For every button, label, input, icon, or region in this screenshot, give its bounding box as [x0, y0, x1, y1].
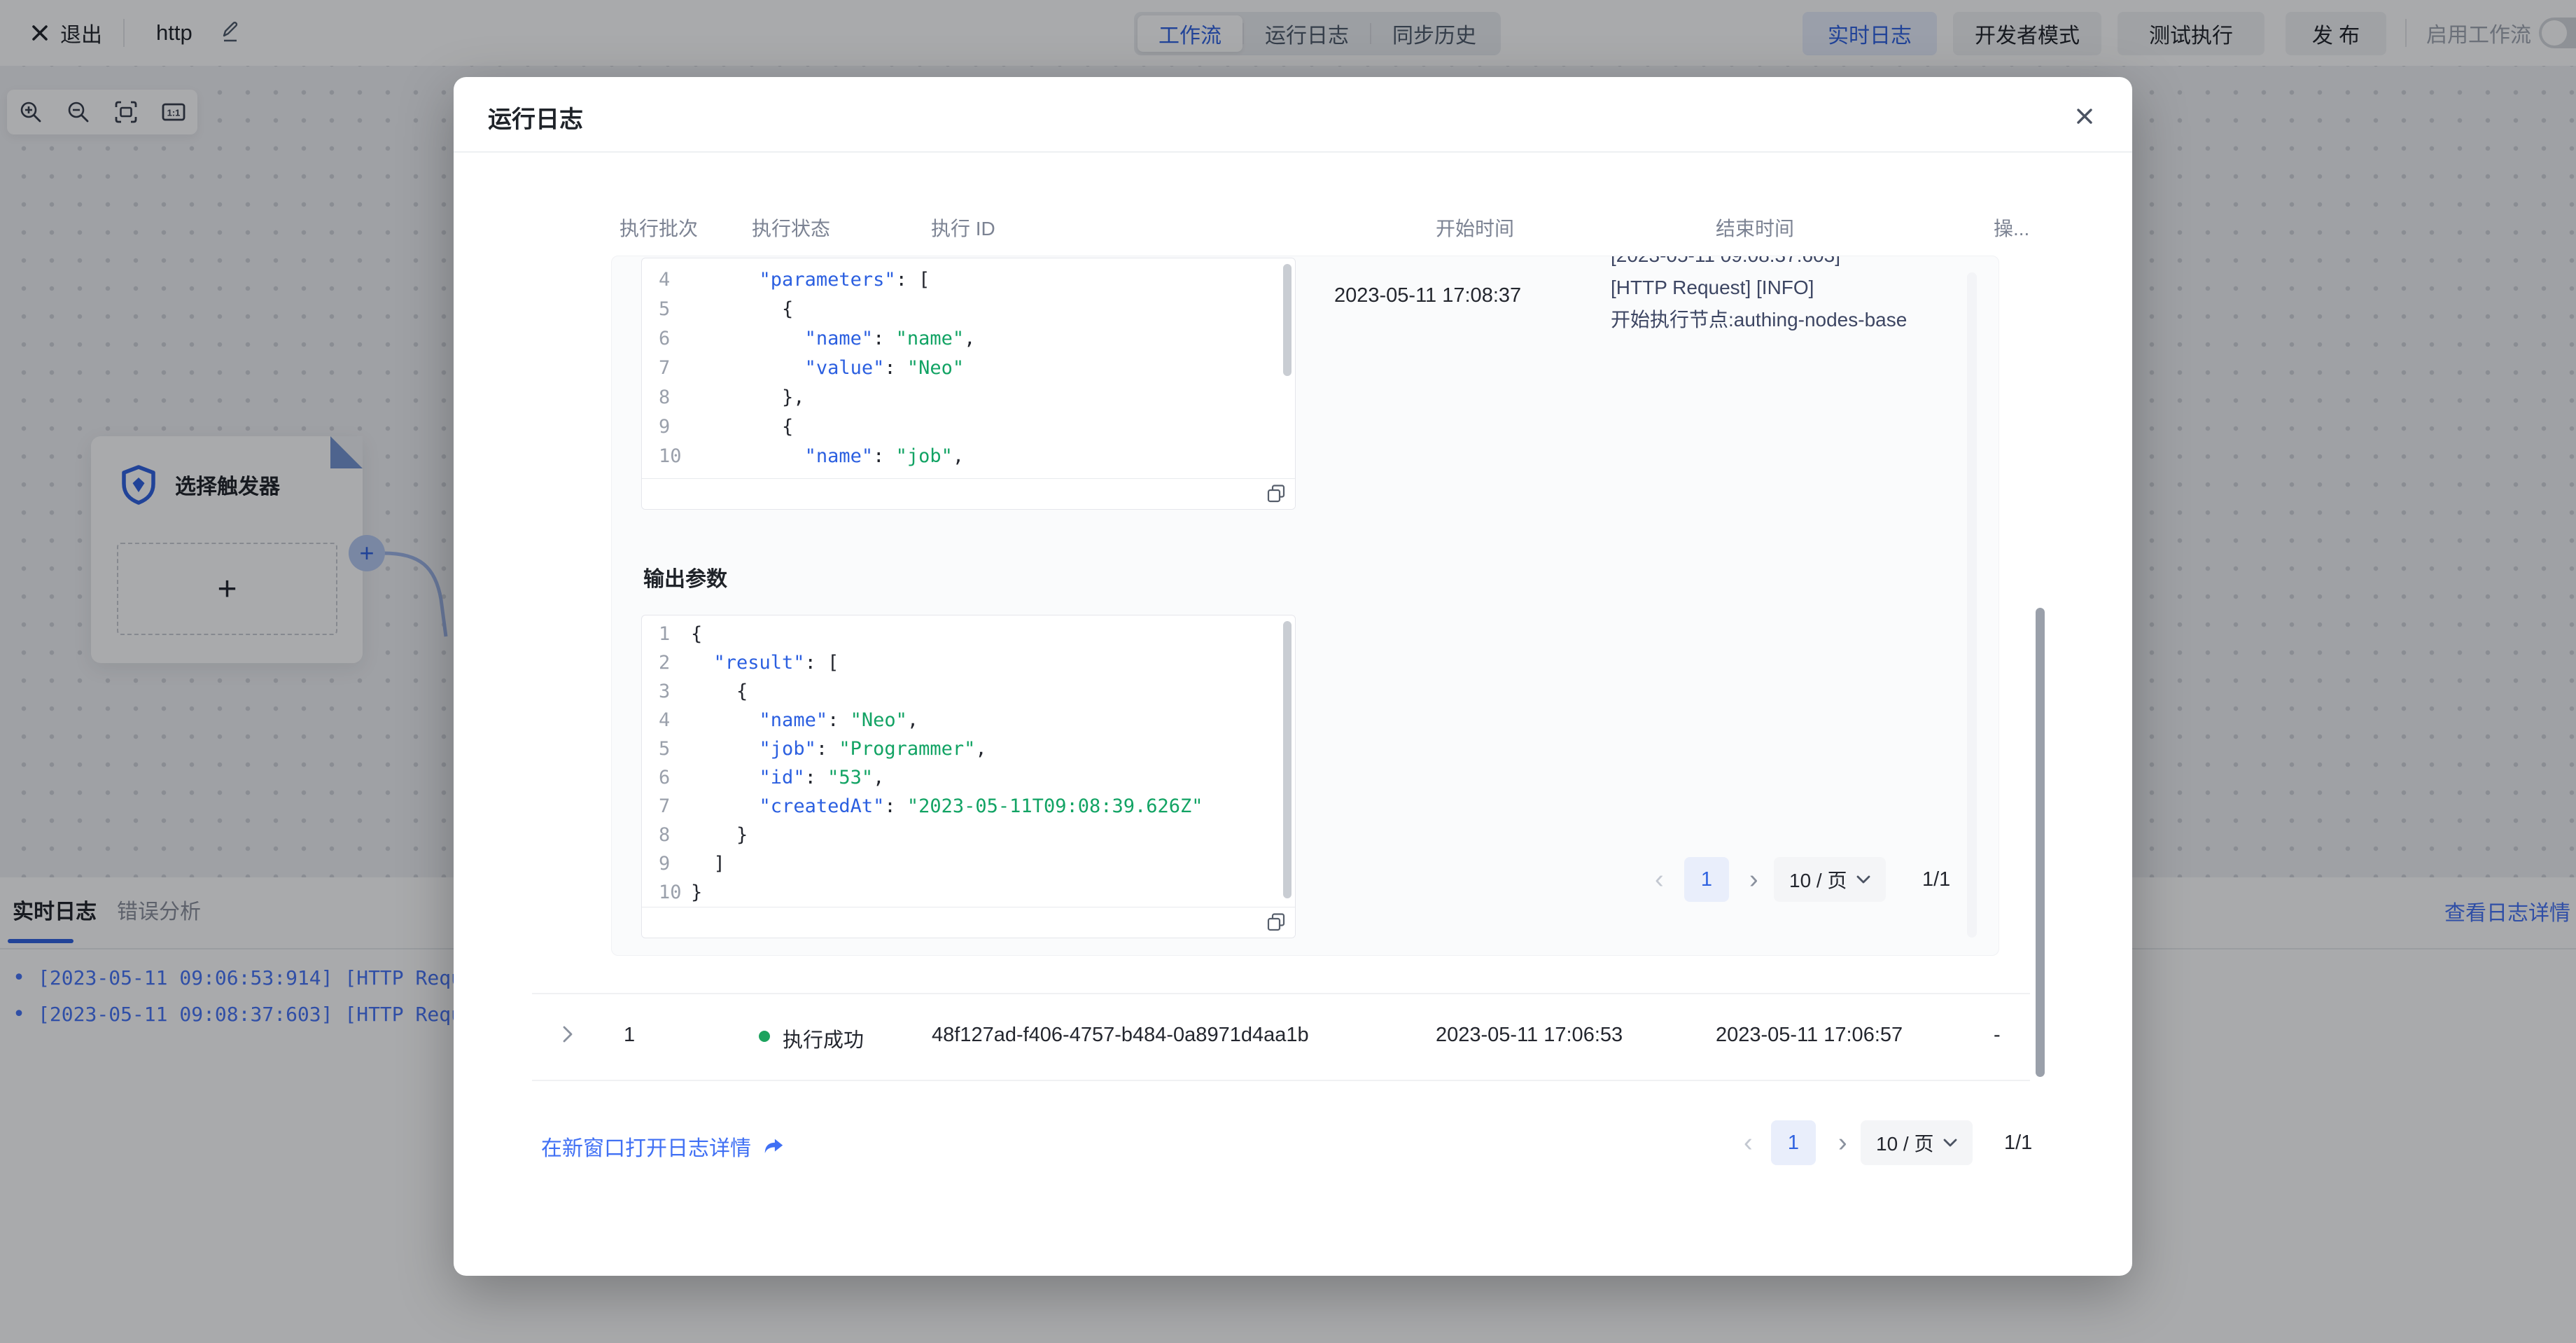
editor-scrollbar[interactable] [1283, 264, 1292, 376]
code-line: 4 "parameters": [ [642, 265, 1295, 295]
code-line: 6 "id": "53", [642, 763, 1295, 792]
modal-title: 运行日志 [488, 100, 583, 134]
modal-header: 运行日志 [454, 77, 2132, 153]
code-line: 5 "job": "Programmer", [642, 735, 1295, 763]
footer-page-size-select[interactable]: 10 / 页 [1861, 1120, 1973, 1165]
editor-footer [642, 907, 1295, 938]
col-header-actions: 操... [1994, 214, 2029, 242]
code-line: 9 { [642, 412, 1295, 442]
expanded-row-detail: 4 "parameters": [5 {6 "name": "name",7 "… [611, 256, 1999, 956]
footer-prev-page-icon[interactable]: ‹ [1744, 1120, 1753, 1165]
open-log-detail-label: 在新窗口打开日志详情 [541, 1131, 751, 1162]
row-operation: - [1994, 1024, 2001, 1047]
output-params-editor[interactable]: 1{2 "result": [3 {4 "name": "Neo",5 "job… [641, 615, 1296, 938]
copy-icon[interactable] [1266, 912, 1287, 933]
node-log-viewport[interactable]: [2023-05-11 09:08:37:603][HTTP Request] … [1611, 256, 1964, 389]
expand-row-chevron[interactable] [559, 1024, 577, 1045]
close-icon[interactable] [2071, 102, 2099, 130]
input-params-editor[interactable]: 4 "parameters": [5 {6 "name": "name",7 "… [641, 258, 1296, 510]
footer-page-total: 1/1 [2004, 1120, 2032, 1165]
footer-page-size-value: 10 / 页 [1876, 1129, 1933, 1157]
modal-scrollbar[interactable] [2036, 608, 2045, 1077]
editor-footer [642, 478, 1295, 509]
row-status: 执行成功 [783, 1024, 864, 1053]
row-exec-id: 48f127ad-f406-4757-b484-0a8971d4aa1b [932, 1024, 1309, 1047]
output-params-label: 输出参数 [643, 562, 727, 592]
code-line: 1{ [642, 620, 1295, 648]
run-logs-modal: 运行日志 执行批次 执行状态 执行 ID 开始时间 结束时间 操... 4 "p… [454, 77, 2132, 1276]
page-total: 1/1 [1922, 857, 1950, 902]
page-number-button[interactable]: 1 [1684, 857, 1729, 902]
node-start-time: 2023-05-11 17:08:37 [1334, 284, 1521, 307]
row-start-time: 2023-05-11 17:06:53 [1436, 1024, 1623, 1047]
log-line: [2023-05-11 09:08:37:603] [1611, 256, 1964, 272]
editor-scrollbar[interactable] [1283, 621, 1292, 898]
code-line: 2 "result": [ [642, 648, 1295, 677]
col-header-batch: 执行批次 [620, 214, 698, 242]
code-lines: 4 "parameters": [5 {6 "name": "name",7 "… [642, 265, 1295, 471]
page-size-select[interactable]: 10 / 页 [1774, 857, 1886, 902]
code-line: 9 ] [642, 849, 1295, 878]
col-header-status: 执行状态 [752, 214, 830, 242]
code-line: 4 "name": "Neo", [642, 706, 1295, 735]
col-header-exec-id: 执行 ID [931, 214, 995, 242]
row-batch: 1 [624, 1024, 635, 1047]
col-header-end: 结束时间 [1716, 214, 1794, 242]
code-line: 10 "name": "job", [642, 442, 1295, 471]
col-header-start: 开始时间 [1436, 214, 1514, 242]
chevron-down-icon [1943, 1139, 1957, 1148]
code-line: 10} [642, 878, 1295, 907]
open-log-detail-link[interactable]: 在新窗口打开日志详情 [541, 1131, 785, 1162]
log-line: [HTTP Request] [INFO] [1611, 272, 1964, 304]
share-arrow-icon [762, 1135, 785, 1157]
code-line: 7 "createdAt": "2023-05-11T09:08:39.626Z… [642, 792, 1295, 821]
next-page-icon[interactable]: › [1749, 857, 1758, 902]
copy-icon[interactable] [1266, 483, 1287, 504]
row-divider [532, 1080, 2030, 1081]
code-line: 6 "name": "name", [642, 324, 1295, 354]
log-scrollbar-track[interactable] [1967, 272, 1977, 938]
status-dot [759, 1031, 770, 1042]
code-line: 8 } [642, 821, 1295, 849]
prev-page-icon[interactable]: ‹ [1655, 857, 1664, 902]
page-size-value: 10 / 页 [1789, 865, 1847, 893]
row-end-time: 2023-05-11 17:06:57 [1716, 1024, 1903, 1047]
code-line: 8 }, [642, 383, 1295, 412]
chevron-down-icon [1856, 875, 1870, 884]
code-line: 3 { [642, 677, 1295, 706]
row-divider [532, 993, 2030, 994]
footer-page-number-button[interactable]: 1 [1771, 1120, 1816, 1165]
code-line: 7 "value": "Neo" [642, 354, 1295, 383]
footer-next-page-icon[interactable]: › [1838, 1120, 1847, 1165]
node-log-lines: [2023-05-11 09:08:37:603][HTTP Request] … [1611, 256, 1964, 336]
log-line: 开始执行节点:authing-nodes-base [1611, 304, 1964, 336]
code-lines: 1{2 "result": [3 {4 "name": "Neo",5 "job… [642, 620, 1295, 907]
code-line: 5 { [642, 295, 1295, 324]
